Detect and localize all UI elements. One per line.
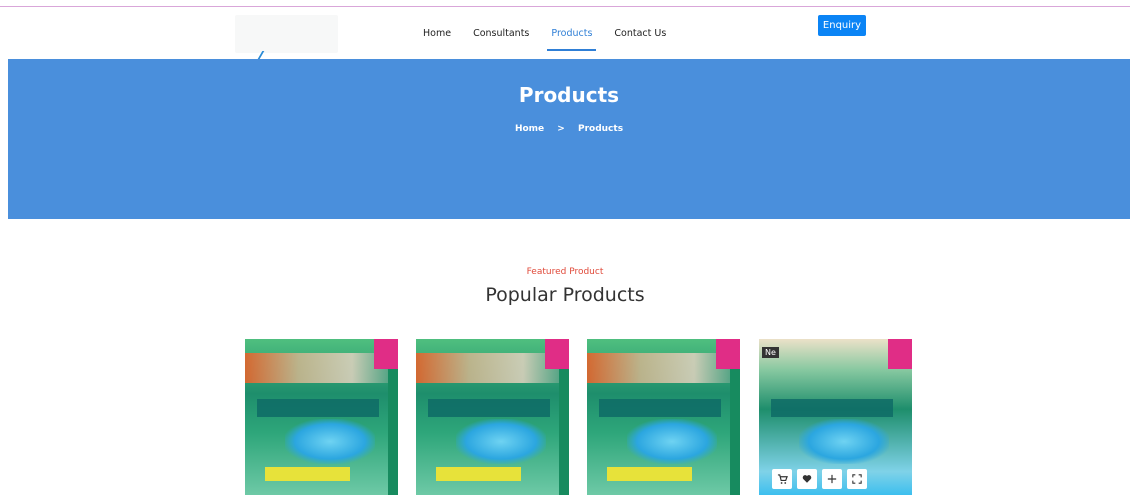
new-badge: Ne — [762, 347, 779, 358]
cart-icon[interactable] — [772, 469, 792, 489]
product-actions — [772, 469, 867, 489]
page-hero: Products Home > Products — [8, 59, 1130, 219]
site-logo[interactable] — [235, 15, 338, 59]
product-card[interactable] — [416, 339, 569, 495]
nav-item-home[interactable]: Home — [423, 7, 451, 59]
breadcrumb-current: Products — [577, 124, 624, 134]
product-card[interactable] — [245, 339, 398, 495]
page-title: Products — [518, 83, 620, 107]
product-card[interactable] — [587, 339, 740, 495]
site-header: Home Consultants Products Contact Us Enq… — [8, 7, 1130, 59]
section-title: Popular Products — [485, 284, 645, 306]
plus-icon[interactable] — [822, 469, 842, 489]
nav-item-products[interactable]: Products — [547, 7, 597, 59]
enquiry-button[interactable]: Enquiry — [818, 15, 866, 36]
breadcrumb-home[interactable]: Home — [515, 124, 544, 134]
section-kicker: Featured Product — [526, 267, 604, 277]
main-nav: Home Consultants Products Contact Us — [423, 7, 688, 59]
nav-item-consultants[interactable]: Consultants — [473, 7, 529, 59]
breadcrumb: Home > Products — [8, 124, 1130, 134]
expand-icon[interactable] — [847, 469, 867, 489]
heart-icon[interactable] — [797, 469, 817, 489]
nav-item-contact-us[interactable]: Contact Us — [614, 7, 666, 59]
breadcrumb-separator: > — [557, 124, 565, 134]
product-card[interactable]: Ne — [759, 339, 912, 495]
logo-mark-icon — [257, 51, 265, 59]
